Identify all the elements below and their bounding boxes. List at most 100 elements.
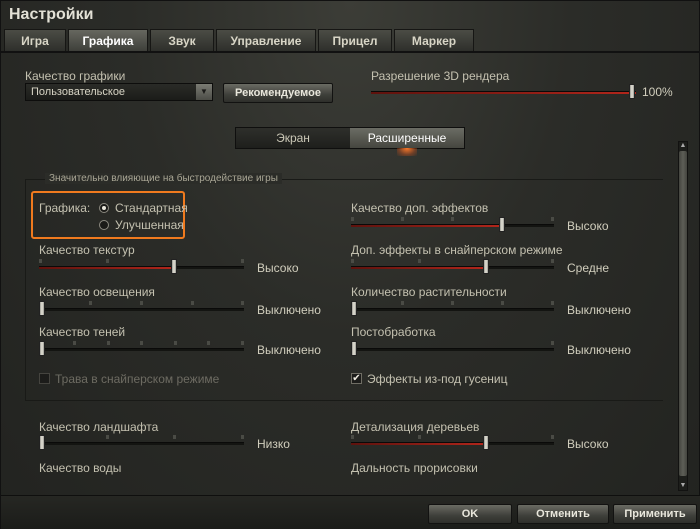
draw-distance-label: Дальность прорисовки: [351, 461, 478, 475]
tab-marker[interactable]: Маркер: [394, 29, 474, 51]
resolution-3d-label: Разрешение 3D рендера: [371, 69, 510, 83]
slider-tick: [451, 217, 454, 221]
slider-tick: [351, 217, 354, 221]
extra-effects-slider[interactable]: [351, 217, 554, 232]
extra-effects-value: Высоко: [567, 219, 609, 233]
shadow-quality-slider[interactable]: [39, 341, 244, 356]
resolution-3d-value: 100%: [642, 85, 673, 99]
slider-tick: [551, 217, 554, 221]
slider-tick: [551, 341, 554, 345]
ok-button[interactable]: OK: [428, 504, 512, 524]
slider-tick: [418, 259, 421, 263]
slider-tick: [106, 435, 109, 439]
slider-tick: [501, 301, 504, 305]
tab-graphics[interactable]: Графика: [68, 29, 148, 51]
resolution-3d-handle[interactable]: [629, 84, 635, 99]
slider-tick: [39, 259, 42, 263]
slider-tick: [106, 259, 109, 263]
slider-tick: [89, 301, 92, 305]
scroll-down-icon[interactable]: ▼: [678, 481, 688, 491]
slider-tick: [451, 301, 454, 305]
postprocessing-handle[interactable]: [351, 341, 357, 356]
subtab-bar: Экран Расширенные: [235, 127, 465, 149]
track-effects-label: Эффекты из-под гусениц: [367, 372, 508, 386]
sniper-effects-slider[interactable]: [351, 259, 554, 274]
tab-sound[interactable]: Звук: [150, 29, 214, 51]
tab-game[interactable]: Игра: [4, 29, 66, 51]
slider-tick: [551, 259, 554, 263]
radio-enhanced-label[interactable]: Улучшенная: [115, 218, 184, 232]
slider-tick: [241, 301, 244, 305]
slider-tick: [173, 435, 176, 439]
scroll-up-icon[interactable]: ▲: [678, 141, 688, 151]
lighting-quality-handle[interactable]: [39, 301, 45, 316]
texture-quality-value: Высоко: [257, 261, 299, 275]
vegetation-handle[interactable]: [351, 301, 357, 316]
sniper-effects-label: Доп. эффекты в снайперском режиме: [351, 243, 563, 257]
slider-fill: [351, 267, 487, 269]
tab-bar: Игра Графика Звук Управление Прицел Марк…: [4, 29, 476, 51]
tab-controls[interactable]: Управление: [216, 29, 316, 51]
radio-standard[interactable]: [99, 203, 109, 213]
lighting-quality-slider[interactable]: [39, 301, 244, 316]
quality-label: Качество графики: [25, 69, 126, 83]
recommended-button[interactable]: Рекомендуемое: [223, 83, 333, 103]
subtab-advanced[interactable]: Расширенные: [350, 128, 464, 148]
tab-aim[interactable]: Прицел: [318, 29, 392, 51]
quality-selected-value: Пользовательское: [31, 86, 126, 98]
lighting-quality-value: Выключено: [257, 303, 321, 317]
slider-tick: [73, 341, 76, 345]
resolution-3d-slider[interactable]: [371, 84, 636, 99]
sniper-effects-handle[interactable]: [483, 259, 489, 274]
slider-tick: [351, 259, 354, 263]
water-quality-label: Качество воды: [39, 461, 122, 475]
vegetation-slider[interactable]: [351, 301, 554, 316]
slider-tick: [401, 301, 404, 305]
texture-quality-label: Качество текстур: [39, 243, 135, 257]
radio-standard-label[interactable]: Стандартная: [115, 201, 188, 215]
radio-enhanced[interactable]: [99, 220, 109, 230]
apply-button[interactable]: Применить: [613, 504, 697, 524]
landscape-quality-slider[interactable]: [39, 435, 244, 450]
slider-tick: [551, 301, 554, 305]
slider-tick: [207, 341, 210, 345]
slider-tick: [551, 435, 554, 439]
postprocessing-value: Выключено: [567, 343, 631, 357]
vegetation-label: Количество растительности: [351, 285, 507, 299]
tree-detail-handle[interactable]: [483, 435, 489, 450]
landscape-quality-handle[interactable]: [39, 435, 45, 450]
tree-detail-value: Высоко: [567, 437, 609, 451]
quality-select[interactable]: Пользовательское ▼: [25, 83, 213, 101]
tree-detail-slider[interactable]: [351, 435, 554, 450]
subtab-screen[interactable]: Экран: [236, 128, 350, 148]
track-effects-checkbox[interactable]: ✔: [351, 373, 362, 384]
slider-tick: [174, 341, 177, 345]
lighting-quality-label: Качество освещения: [39, 285, 155, 299]
postprocessing-label: Постобработка: [351, 325, 436, 339]
slider-tick: [191, 301, 194, 305]
resolution-3d-fill: [371, 92, 636, 94]
landscape-quality-value: Низко: [257, 437, 290, 451]
shadow-quality-handle[interactable]: [39, 341, 45, 356]
postprocessing-slider[interactable]: [351, 341, 554, 356]
slider-fill: [39, 267, 177, 269]
scrollbar-thumb[interactable]: [679, 151, 687, 476]
cancel-button[interactable]: Отменить: [517, 504, 609, 524]
settings-window: Настройки Игра Графика Звук Управление П…: [0, 0, 700, 529]
shadow-quality-value: Выключено: [257, 343, 321, 357]
sniper-grass-checkbox[interactable]: [39, 373, 50, 384]
tab-divider: [1, 51, 700, 53]
chevron-down-icon[interactable]: ▼: [196, 84, 212, 100]
slider-tick: [418, 435, 421, 439]
slider-tick: [351, 435, 354, 439]
active-subtab-indicator: [397, 148, 417, 156]
slider-tick: [241, 341, 244, 345]
sniper-effects-value: Средне: [567, 261, 610, 275]
slider-fill: [351, 225, 504, 227]
vegetation-value: Выключено: [567, 303, 631, 317]
texture-quality-slider[interactable]: [39, 259, 244, 274]
texture-quality-handle[interactable]: [171, 259, 177, 274]
extra-effects-label: Качество доп. эффектов: [351, 201, 489, 215]
extra-effects-handle[interactable]: [499, 217, 505, 232]
slider-tick: [241, 435, 244, 439]
